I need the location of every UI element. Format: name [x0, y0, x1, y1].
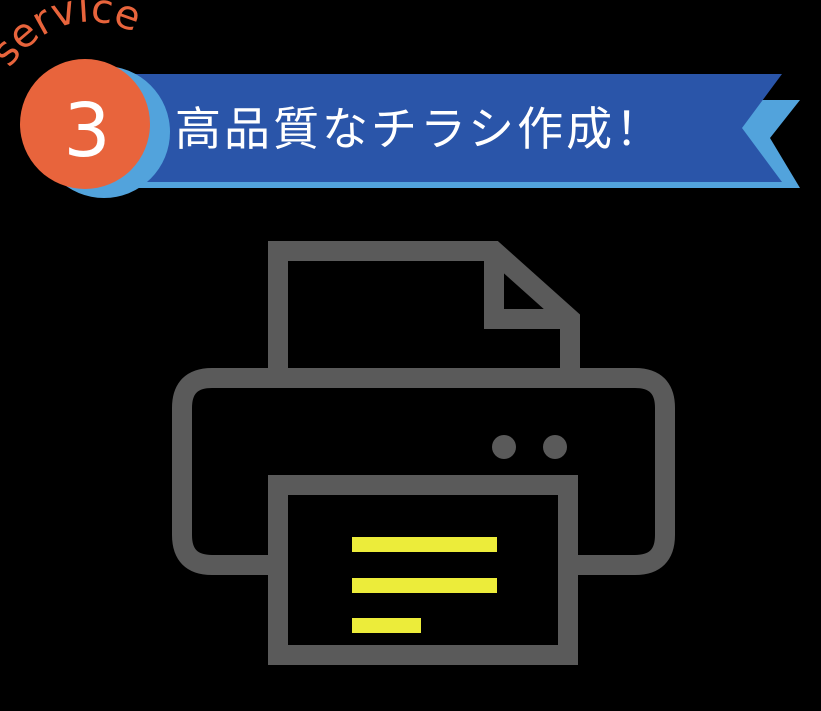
- paper-text-line-2: [352, 578, 497, 593]
- printer-button-1: [492, 435, 516, 459]
- ribbon-banner: 高品質なチラシ作成！: [100, 74, 800, 188]
- printer-body-outline: [172, 368, 675, 575]
- banner-title: 高品質なチラシ作成！: [175, 102, 664, 156]
- badge-number: 3: [63, 88, 110, 174]
- paper-text-line-1: [352, 537, 497, 552]
- printer-button-2: [543, 435, 567, 459]
- printer-icon: [172, 241, 675, 665]
- service-illustration: 高品質なチラシ作成！ service 3: [0, 0, 800, 665]
- paper-text-line-3: [352, 618, 421, 633]
- service-badge: service 3: [0, 0, 170, 198]
- output-paper-outline: [268, 475, 578, 665]
